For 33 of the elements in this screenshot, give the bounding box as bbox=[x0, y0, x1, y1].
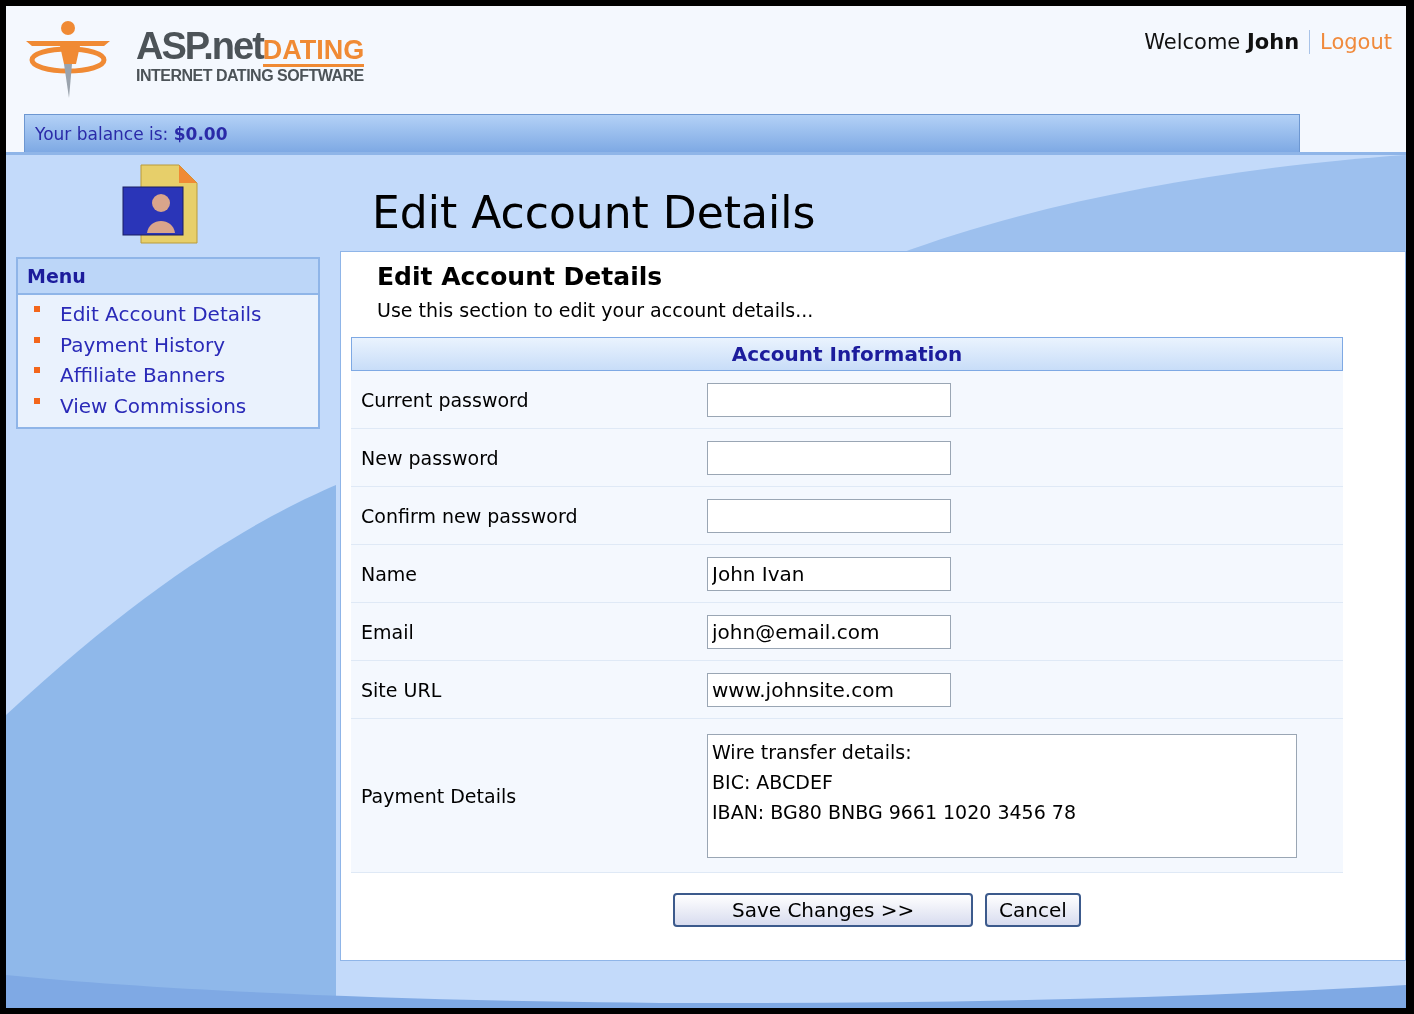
menu-link[interactable]: Payment History bbox=[60, 332, 226, 357]
welcome-text: Welcome John bbox=[1144, 30, 1311, 54]
password-field[interactable] bbox=[707, 382, 951, 417]
form-button[interactable]: Cancel bbox=[985, 893, 1081, 927]
field-label: New password bbox=[360, 446, 500, 469]
bullet-icon bbox=[34, 397, 40, 404]
menu-title: Menu bbox=[18, 259, 318, 295]
bullet-icon bbox=[34, 336, 40, 343]
password-field[interactable] bbox=[707, 440, 951, 475]
form-button[interactable]: Save Changes >> bbox=[673, 893, 974, 927]
menu-link[interactable]: Edit Account Details bbox=[60, 302, 262, 327]
field-label: Current password bbox=[360, 388, 530, 411]
balance-text: Your balance is: $0.00 bbox=[35, 123, 228, 144]
section-description: Use this section to edit your account details... bbox=[377, 299, 815, 321]
text-field[interactable]: www.johnsite.com bbox=[707, 672, 951, 707]
logo-accent: DATING bbox=[262, 36, 365, 67]
text-area[interactable]: Wire transfer details: BIC: ABCDEF IBAN: BG80 BNBG 9661 1020 3456 78 bbox=[707, 733, 1297, 858]
page-title: Edit Account Details bbox=[372, 187, 817, 239]
logo-brand: ASP.net bbox=[136, 26, 263, 66]
bullet-icon bbox=[34, 306, 40, 313]
text-field[interactable]: john@email.com bbox=[707, 614, 951, 649]
field-label: Confirm new password bbox=[360, 504, 579, 527]
field-label: Payment Details bbox=[360, 784, 518, 807]
field-label: Name bbox=[360, 562, 419, 585]
form-header: Account Information bbox=[351, 337, 1343, 371]
menu-link[interactable]: Affiliate Banners bbox=[60, 363, 226, 388]
field-label: Email bbox=[360, 620, 415, 643]
logo-tagline: INTERNET DATING SOFTWARE bbox=[136, 67, 365, 85]
bullet-icon bbox=[34, 367, 40, 374]
menu-link[interactable]: View Commissions bbox=[60, 393, 247, 418]
password-field[interactable] bbox=[707, 498, 951, 533]
field-label: Site URL bbox=[360, 678, 443, 701]
section-title: Edit Account Details bbox=[377, 262, 664, 291]
